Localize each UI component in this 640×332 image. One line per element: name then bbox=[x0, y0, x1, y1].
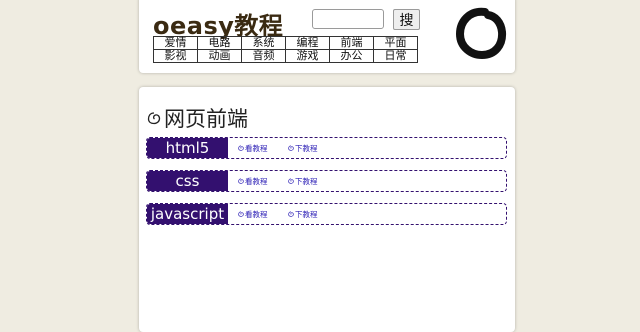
search-button[interactable]: 搜 bbox=[393, 9, 420, 30]
swirl-icon bbox=[288, 145, 294, 151]
tutorial-row-html5: html5 看教程 下教程 bbox=[146, 137, 507, 159]
view-tutorial-label: 看教程 bbox=[245, 143, 268, 153]
nav-item[interactable]: 系统 bbox=[241, 36, 286, 50]
swirl-icon bbox=[288, 211, 294, 217]
tutorial-row-javascript: javascript 看教程 下教程 bbox=[146, 203, 507, 225]
tutorial-label: html5 bbox=[147, 138, 228, 158]
download-tutorial-link[interactable]: 下教程 bbox=[288, 171, 318, 191]
nav-item[interactable]: 编程 bbox=[285, 36, 330, 50]
swirl-icon bbox=[147, 112, 161, 125]
section-title-text: 网页前端 bbox=[164, 107, 248, 131]
swirl-icon bbox=[238, 211, 244, 217]
nav-row: 影视 动画 音频 游戏 办公 日常 bbox=[153, 49, 418, 63]
nav-item[interactable]: 办公 bbox=[329, 49, 374, 63]
download-tutorial-label: 下教程 bbox=[295, 143, 318, 153]
main-card: 网页前端 html5 看教程 下教程 css 看教程 下教程 javascrip… bbox=[139, 87, 515, 332]
view-tutorial-label: 看教程 bbox=[245, 176, 268, 186]
nav-menu: 爱情 电路 系统 编程 前端 平面 影视 动画 音频 游戏 办公 日常 bbox=[153, 36, 418, 63]
tutorial-row-css: css 看教程 下教程 bbox=[146, 170, 507, 192]
download-tutorial-link[interactable]: 下教程 bbox=[288, 138, 318, 158]
download-tutorial-label: 下教程 bbox=[295, 176, 318, 186]
nav-item[interactable]: 影视 bbox=[153, 49, 198, 63]
nav-item[interactable]: 音频 bbox=[241, 49, 286, 63]
nav-item[interactable]: 爱情 bbox=[153, 36, 198, 50]
view-tutorial-link[interactable]: 看教程 bbox=[238, 171, 268, 191]
swirl-icon bbox=[288, 178, 294, 184]
nav-item[interactable]: 游戏 bbox=[285, 49, 330, 63]
nav-row: 爱情 电路 系统 编程 前端 平面 bbox=[153, 36, 418, 50]
view-tutorial-label: 看教程 bbox=[245, 209, 268, 219]
swirl-icon bbox=[238, 178, 244, 184]
view-tutorial-link[interactable]: 看教程 bbox=[238, 138, 268, 158]
nav-item[interactable]: 日常 bbox=[373, 49, 418, 63]
search-input[interactable] bbox=[312, 9, 384, 29]
nav-item[interactable]: 前端 bbox=[329, 36, 374, 50]
download-tutorial-link[interactable]: 下教程 bbox=[288, 204, 318, 224]
nav-item[interactable]: 电路 bbox=[197, 36, 242, 50]
download-tutorial-label: 下教程 bbox=[295, 209, 318, 219]
tutorial-label: css bbox=[147, 171, 228, 191]
view-tutorial-link[interactable]: 看教程 bbox=[238, 204, 268, 224]
swirl-icon bbox=[238, 145, 244, 151]
header-card: oeasy教程 搜 爱情 电路 系统 编程 前端 平面 影视 动画 音频 游戏 … bbox=[139, 0, 515, 73]
nav-item[interactable]: 平面 bbox=[373, 36, 418, 50]
nav-item[interactable]: 动画 bbox=[197, 49, 242, 63]
tutorial-label: javascript bbox=[147, 204, 228, 224]
enso-circle-icon bbox=[455, 7, 507, 59]
section-title: 网页前端 bbox=[147, 103, 248, 133]
